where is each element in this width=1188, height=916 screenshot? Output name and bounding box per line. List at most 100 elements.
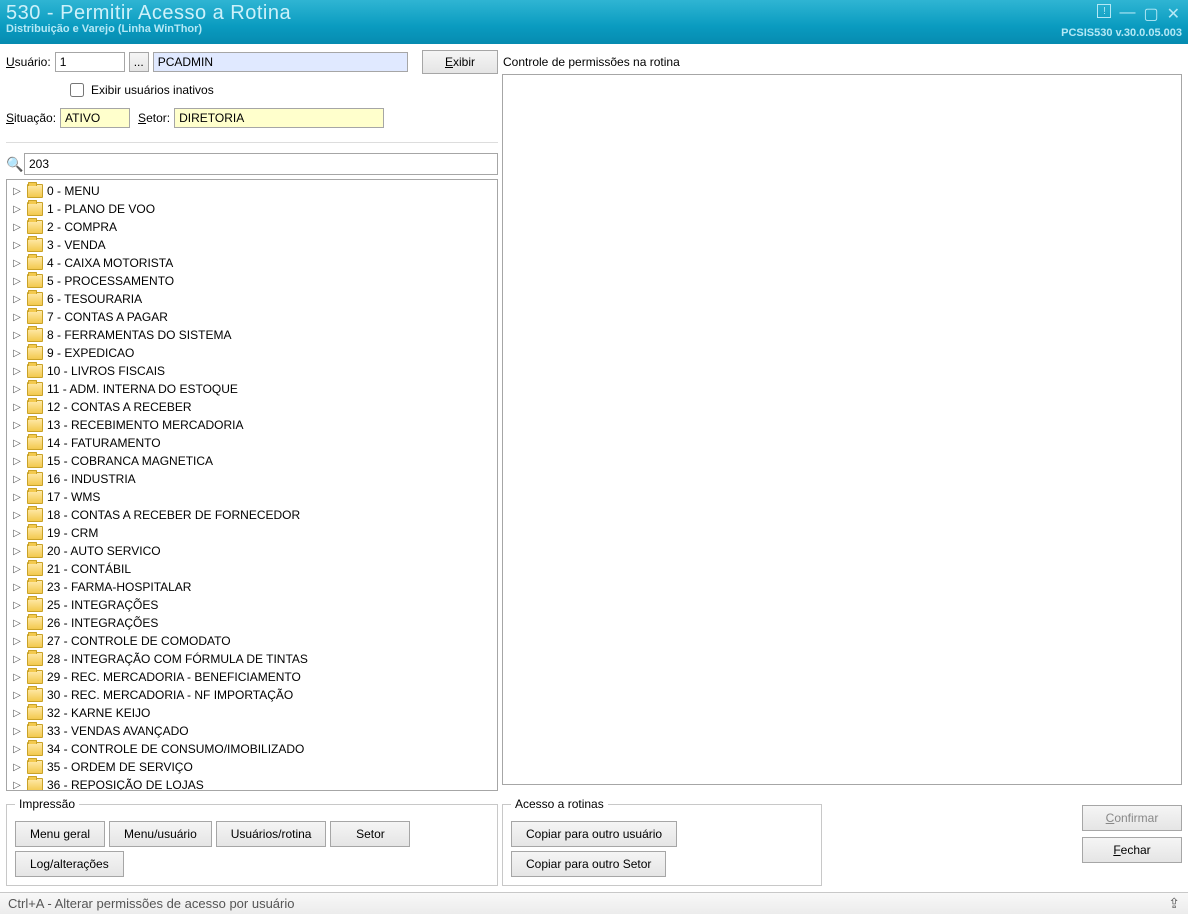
expand-icon[interactable]: ▷ xyxy=(11,276,23,287)
tree-node[interactable]: ▷26 - INTEGRAÇÕES xyxy=(7,614,497,632)
folder-icon xyxy=(27,436,43,450)
inativos-checkbox[interactable] xyxy=(70,83,84,97)
tree-node[interactable]: ▷4 - CAIXA MOTORISTA xyxy=(7,254,497,272)
expand-icon[interactable]: ▷ xyxy=(11,312,23,323)
expand-icon[interactable]: ▷ xyxy=(11,726,23,737)
folder-icon xyxy=(27,508,43,522)
expand-icon[interactable]: ▷ xyxy=(11,744,23,755)
expand-icon[interactable]: ▷ xyxy=(11,708,23,719)
copiar-usuario-button[interactable]: Copiar para outro usuário xyxy=(511,821,677,847)
tree-node[interactable]: ▷ 35 - ORDEM DE SERVIÇO xyxy=(7,758,497,776)
search-input[interactable] xyxy=(24,153,498,175)
tree-node[interactable]: ▷29 - REC. MERCADORIA - BENEFICIAMENTO xyxy=(7,668,497,686)
tree-node[interactable]: ▷33 - VENDAS AVANÇADO xyxy=(7,722,497,740)
expand-icon[interactable]: ▷ xyxy=(11,366,23,377)
tree-node[interactable]: ▷8 - FERRAMENTAS DO SISTEMA xyxy=(7,326,497,344)
setor-button[interactable]: Setor xyxy=(330,821,410,847)
tree-node[interactable]: ▷27 - CONTROLE DE COMODATO xyxy=(7,632,497,650)
expand-icon[interactable]: ▷ xyxy=(11,672,23,683)
tree-node-label: 35 - ORDEM DE SERVIÇO xyxy=(47,760,193,774)
tree-node-label: 12 - CONTAS A RECEBER xyxy=(47,400,192,414)
expand-icon[interactable]: ▷ xyxy=(11,240,23,251)
routine-tree[interactable]: ▷0 - MENU▷1 - PLANO DE VOO▷2 - COMPRA▷3 … xyxy=(6,179,498,791)
tree-node[interactable]: ▷19 - CRM xyxy=(7,524,497,542)
tree-node[interactable]: ▷14 - FATURAMENTO xyxy=(7,434,497,452)
expand-icon[interactable]: ▷ xyxy=(11,258,23,269)
usuario-lookup-button[interactable]: ... xyxy=(129,52,149,72)
situacao-input[interactable] xyxy=(60,108,130,128)
expand-icon[interactable]: ▷ xyxy=(11,600,23,611)
tree-node[interactable]: ▷3 - VENDA xyxy=(7,236,497,254)
tree-node[interactable]: ▷13 - RECEBIMENTO MERCADORIA xyxy=(7,416,497,434)
expand-icon[interactable]: ▷ xyxy=(11,474,23,485)
expand-icon[interactable]: ▷ xyxy=(11,420,23,431)
tree-node[interactable]: ▷25 - INTEGRAÇÕES xyxy=(7,596,497,614)
tree-node-label: 6 - TESOURARIA xyxy=(47,292,142,306)
expand-icon[interactable]: ▷ xyxy=(11,528,23,539)
tree-node[interactable]: ▷ 23 - FARMA-HOSPITALAR xyxy=(7,578,497,596)
expand-icon[interactable]: ▷ xyxy=(11,564,23,575)
copiar-setor-button[interactable]: Copiar para outro Setor xyxy=(511,851,666,877)
tree-node[interactable]: ▷10 - LIVROS FISCAIS xyxy=(7,362,497,380)
tree-node[interactable]: ▷32 - KARNE KEIJO xyxy=(7,704,497,722)
tree-node[interactable]: ▷ 11 - ADM. INTERNA DO ESTOQUE xyxy=(7,380,497,398)
tree-node[interactable]: ▷1 - PLANO DE VOO xyxy=(7,200,497,218)
expand-icon[interactable]: ▷ xyxy=(11,438,23,449)
expand-icon[interactable]: ▷ xyxy=(11,546,23,557)
confirmar-button[interactable]: Confirmar xyxy=(1082,805,1182,831)
maximize-icon[interactable]: ▢ xyxy=(1143,4,1158,24)
tree-node[interactable]: ▷21 - CONTÁBIL xyxy=(7,560,497,578)
tree-node[interactable]: ▷34 - CONTROLE DE CONSUMO/IMOBILIZADO xyxy=(7,740,497,758)
setor-input[interactable] xyxy=(174,108,384,128)
tree-node[interactable]: ▷5 - PROCESSAMENTO xyxy=(7,272,497,290)
expand-icon[interactable]: ▷ xyxy=(11,294,23,305)
usuarios-rotina-button[interactable]: Usuários/rotina xyxy=(216,821,327,847)
tree-node[interactable]: ▷36 - REPOSIÇÃO DE LOJAS xyxy=(7,776,497,791)
exibir-button[interactable]: Exibir xyxy=(422,50,498,74)
close-icon[interactable]: ✕ xyxy=(1167,4,1180,24)
tree-node-label: 11 - ADM. INTERNA DO ESTOQUE xyxy=(47,382,238,396)
expand-icon[interactable]: ▷ xyxy=(11,780,23,791)
expand-icon[interactable]: ▷ xyxy=(11,384,23,395)
folder-icon xyxy=(27,688,43,702)
expand-icon[interactable]: ▷ xyxy=(11,492,23,503)
expand-icon[interactable]: ▷ xyxy=(11,636,23,647)
expand-icon[interactable]: ▷ xyxy=(11,186,23,197)
tree-node[interactable]: ▷16 - INDUSTRIA xyxy=(7,470,497,488)
notification-icon[interactable]: ! xyxy=(1097,4,1111,18)
expand-icon[interactable]: ▷ xyxy=(11,762,23,773)
expand-icon[interactable]: ▷ xyxy=(11,330,23,341)
expand-icon[interactable]: ▷ xyxy=(11,690,23,701)
tree-node[interactable]: ▷18 - CONTAS A RECEBER DE FORNECEDOR xyxy=(7,506,497,524)
expand-icon[interactable]: ▷ xyxy=(11,348,23,359)
expand-icon[interactable]: ▷ xyxy=(11,456,23,467)
expand-icon[interactable]: ▷ xyxy=(11,654,23,665)
expand-icon[interactable]: ▷ xyxy=(11,204,23,215)
minimize-icon[interactable]: — xyxy=(1119,4,1135,24)
tree-node[interactable]: ▷9 - EXPEDICAO xyxy=(7,344,497,362)
log-button[interactable]: Log/alterações xyxy=(15,851,124,877)
fechar-button[interactable]: Fechar xyxy=(1082,837,1182,863)
tree-node[interactable]: ▷ 12 - CONTAS A RECEBER xyxy=(7,398,497,416)
tree-node[interactable]: ▷28 - INTEGRAÇÃO COM FÓRMULA DE TINTAS xyxy=(7,650,497,668)
tree-node[interactable]: ▷ 6 - TESOURARIA xyxy=(7,290,497,308)
search-icon: 🔍 xyxy=(6,156,24,173)
expand-icon[interactable]: ▷ xyxy=(11,222,23,233)
tree-node[interactable]: ▷30 - REC. MERCADORIA - NF IMPORTAÇÃO xyxy=(7,686,497,704)
tree-node[interactable]: ▷7 - CONTAS A PAGAR xyxy=(7,308,497,326)
tree-node[interactable]: ▷20 - AUTO SERVICO xyxy=(7,542,497,560)
tree-node[interactable]: ▷2 - COMPRA xyxy=(7,218,497,236)
tree-node[interactable]: ▷15 - COBRANCA MAGNETICA xyxy=(7,452,497,470)
tree-node[interactable]: ▷0 - MENU xyxy=(7,182,497,200)
tree-node[interactable]: ▷17 - WMS xyxy=(7,488,497,506)
expand-icon[interactable]: ▷ xyxy=(11,618,23,629)
expand-icon[interactable]: ▷ xyxy=(11,510,23,521)
menu-geral-button[interactable]: Menu geral xyxy=(15,821,105,847)
expand-icon[interactable]: ▷ xyxy=(11,582,23,593)
tree-node-label: 23 - FARMA-HOSPITALAR xyxy=(47,580,191,594)
usuario-nome-input[interactable] xyxy=(153,52,408,72)
folder-icon xyxy=(27,526,43,540)
expand-icon[interactable]: ▷ xyxy=(11,402,23,413)
usuario-cod-input[interactable] xyxy=(55,52,125,72)
menu-usuario-button[interactable]: Menu/usuário xyxy=(109,821,212,847)
